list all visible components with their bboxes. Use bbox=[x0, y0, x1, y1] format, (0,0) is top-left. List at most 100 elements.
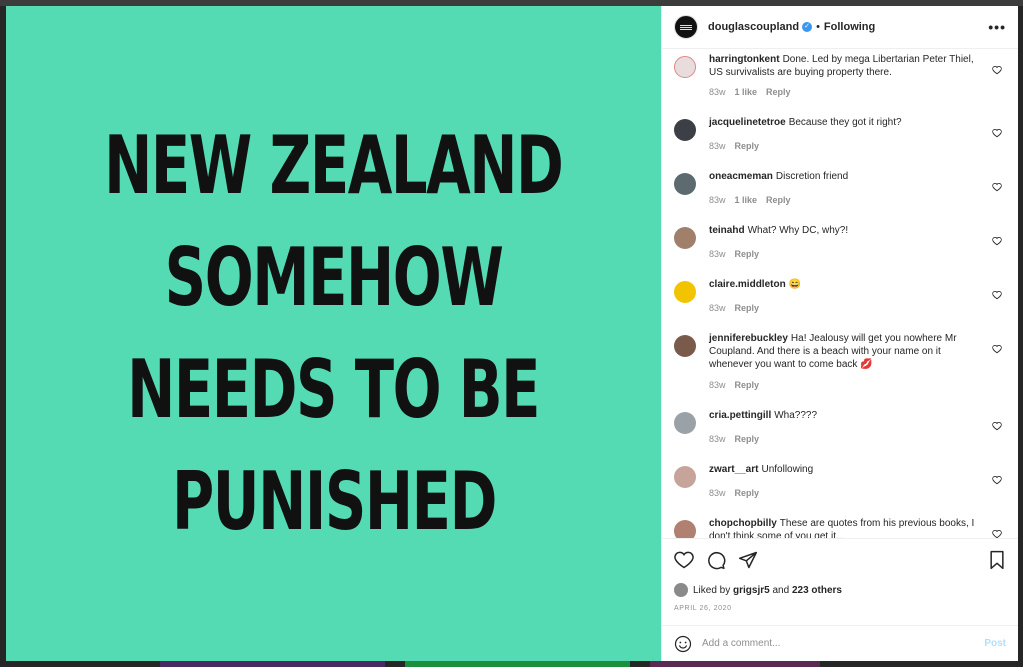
reply-button[interactable]: Reply bbox=[735, 380, 760, 390]
like-comment-heart-icon[interactable] bbox=[992, 128, 1002, 138]
commenter-avatar[interactable] bbox=[674, 227, 696, 249]
commenter-avatar[interactable] bbox=[674, 56, 696, 78]
comment-bubble-icon[interactable] bbox=[706, 550, 726, 570]
comment-time[interactable]: 83w bbox=[709, 434, 726, 444]
like-comment-heart-icon[interactable] bbox=[992, 182, 1002, 192]
comment-item: chopchopbilly These are quotes from his p… bbox=[674, 517, 1006, 538]
comment-item: claire.middleton 😄 83w Reply bbox=[674, 278, 1006, 313]
comment-item: jacquelinetetroe Because they got it righ… bbox=[674, 116, 1006, 151]
post-date[interactable]: APRIL 26, 2020 bbox=[674, 605, 1006, 612]
commenter-avatar[interactable] bbox=[674, 466, 696, 488]
comment-username[interactable]: chopchopbilly bbox=[709, 518, 777, 529]
comment-text: What? Why DC, why?! bbox=[747, 225, 849, 236]
reply-button[interactable]: Reply bbox=[766, 195, 791, 205]
comment-text-block: jacquelinetetroe Because they got it righ… bbox=[709, 116, 982, 129]
comment-text: Wha???? bbox=[774, 410, 818, 421]
post-comment-button[interactable]: Post bbox=[984, 638, 1006, 649]
comment-meta: 83w Reply bbox=[709, 303, 982, 313]
post-image-text-line: PUNISHED bbox=[171, 454, 497, 548]
comment-username[interactable]: claire.middleton bbox=[709, 279, 786, 290]
more-options-icon[interactable]: ••• bbox=[988, 19, 1006, 35]
post-image-text-line: NEW ZEALAND bbox=[104, 118, 564, 212]
reply-button[interactable]: Reply bbox=[735, 488, 760, 498]
liker-avatar[interactable] bbox=[674, 583, 688, 597]
comment-item: jenniferebuckley Ha! Jealousy will get yo… bbox=[674, 332, 1006, 390]
comment-time[interactable]: 83w bbox=[709, 303, 726, 313]
comment-text-block: cria.pettingill Wha???? bbox=[709, 409, 982, 422]
comment-item: teinahd What? Why DC, why?! 83w Reply bbox=[674, 224, 1006, 259]
emoji-smiley-icon[interactable] bbox=[674, 635, 692, 653]
like-comment-heart-icon[interactable] bbox=[992, 290, 1002, 300]
backdrop-thumbnail bbox=[650, 661, 820, 667]
following-button[interactable]: Following bbox=[824, 21, 875, 33]
comment-meta: 83w Reply bbox=[709, 141, 982, 151]
post-image-text-line: SOMEHOW bbox=[164, 230, 504, 324]
comment-time[interactable]: 83w bbox=[709, 488, 726, 498]
liked-by-prefix: Liked by bbox=[693, 584, 731, 596]
post-image-text-line: NEEDS TO BE bbox=[127, 342, 541, 436]
owner-avatar[interactable] bbox=[674, 15, 698, 39]
like-comment-heart-icon[interactable] bbox=[992, 65, 1002, 75]
comment-username[interactable]: oneacmeman bbox=[709, 171, 773, 182]
comment-time[interactable]: 83w bbox=[709, 87, 726, 97]
comment-text-block: jenniferebuckley Ha! Jealousy will get yo… bbox=[709, 332, 982, 371]
comment-composer: Post bbox=[662, 625, 1018, 661]
comment-username[interactable]: jenniferebuckley bbox=[709, 333, 788, 344]
liker-username[interactable]: grigsjr5 bbox=[733, 585, 770, 596]
reply-button[interactable]: Reply bbox=[735, 141, 760, 151]
like-heart-icon[interactable] bbox=[674, 550, 694, 570]
reply-button[interactable]: Reply bbox=[766, 87, 791, 97]
save-bookmark-icon[interactable] bbox=[988, 550, 1006, 570]
commenter-avatar[interactable] bbox=[674, 281, 696, 303]
comment-text-block: oneacmeman Discretion friend bbox=[709, 170, 982, 183]
comment-meta: 83w Reply bbox=[709, 249, 982, 259]
comment-text-block: teinahd What? Why DC, why?! bbox=[709, 224, 982, 237]
comment-username[interactable]: zwart__art bbox=[709, 464, 758, 475]
comment-text-block: zwart__art Unfollowing bbox=[709, 463, 982, 476]
comment-likes[interactable]: 1 like bbox=[735, 87, 758, 97]
like-comment-heart-icon[interactable] bbox=[992, 236, 1002, 246]
reply-button[interactable]: Reply bbox=[735, 303, 760, 313]
like-comment-heart-icon[interactable] bbox=[992, 421, 1002, 431]
post-modal: NEW ZEALAND SOMEHOW NEEDS TO BE PUNISHED… bbox=[6, 6, 1018, 661]
comment-time[interactable]: 83w bbox=[709, 380, 726, 390]
commenter-avatar[interactable] bbox=[674, 119, 696, 141]
comment-username[interactable]: jacquelinetetroe bbox=[709, 117, 786, 128]
comment-username[interactable]: cria.pettingill bbox=[709, 410, 771, 421]
comment-time[interactable]: 83w bbox=[709, 141, 726, 151]
comment-text: Unfollowing bbox=[761, 464, 814, 475]
comment-meta: 83w Reply bbox=[709, 434, 982, 444]
comment-text: Discretion friend bbox=[775, 171, 849, 182]
comment-time[interactable]: 83w bbox=[709, 195, 726, 205]
liked-by-and: and bbox=[772, 584, 790, 596]
like-comment-heart-icon[interactable] bbox=[992, 475, 1002, 485]
comment-time[interactable]: 83w bbox=[709, 249, 726, 259]
liked-others-link[interactable]: 223 others bbox=[792, 585, 842, 596]
commenter-avatar[interactable] bbox=[674, 335, 696, 357]
comment-text: Because they got it right? bbox=[788, 117, 902, 128]
comment-text-block: harringtonkent Done. Led by mega Libertar… bbox=[709, 53, 982, 79]
reply-button[interactable]: Reply bbox=[735, 434, 760, 444]
action-bar bbox=[674, 549, 1006, 571]
share-send-icon[interactable] bbox=[738, 550, 758, 570]
comment-item: harringtonkent Done. Led by mega Libertar… bbox=[674, 53, 1006, 97]
commenter-avatar[interactable] bbox=[674, 412, 696, 434]
commenter-avatar[interactable] bbox=[674, 173, 696, 195]
comment-username[interactable]: teinahd bbox=[709, 225, 745, 236]
owner-username[interactable]: douglascoupland bbox=[708, 21, 799, 33]
comments-list[interactable]: harringtonkent Done. Led by mega Libertar… bbox=[662, 49, 1018, 538]
like-comment-heart-icon[interactable] bbox=[992, 344, 1002, 354]
comment-item: zwart__art Unfollowing 83w Reply bbox=[674, 463, 1006, 498]
reply-button[interactable]: Reply bbox=[735, 249, 760, 259]
comment-username[interactable]: harringtonkent bbox=[709, 54, 780, 65]
comment-text: 😄 bbox=[788, 279, 802, 290]
comment-text-block: claire.middleton 😄 bbox=[709, 278, 982, 291]
comment-likes[interactable]: 1 like bbox=[735, 195, 758, 205]
comment-meta: 83w Reply bbox=[709, 380, 982, 390]
post-actions: Liked by grigsjr5 and 223 others APRIL 2… bbox=[662, 538, 1018, 625]
backdrop-thumbnail bbox=[405, 661, 630, 667]
comment-meta: 83w Reply bbox=[709, 488, 982, 498]
like-comment-heart-icon[interactable] bbox=[992, 529, 1002, 538]
commenter-avatar[interactable] bbox=[674, 520, 696, 538]
add-comment-input[interactable] bbox=[702, 638, 985, 649]
